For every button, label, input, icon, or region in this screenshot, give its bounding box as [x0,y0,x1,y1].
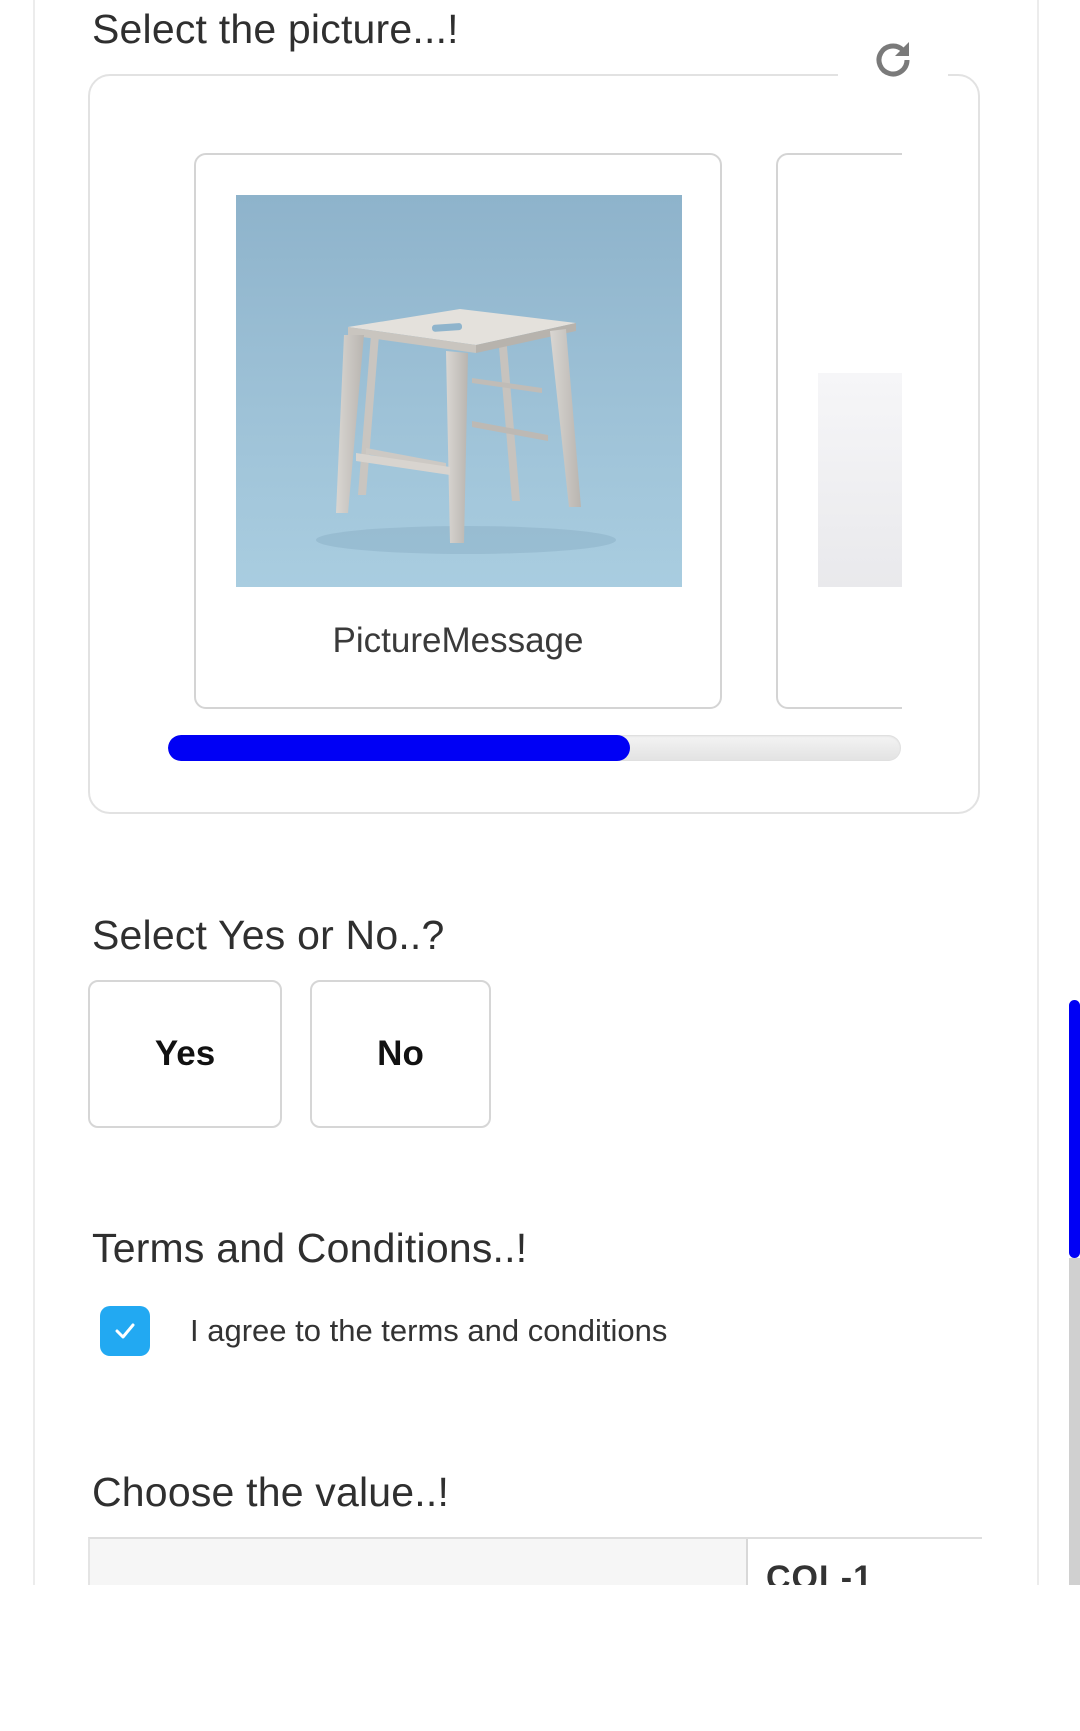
no-button[interactable]: No [310,980,491,1128]
refresh-icon [876,42,910,77]
value-section-title: Choose the value..! [92,1469,450,1515]
picture-carousel[interactable]: PictureMessage [194,153,902,709]
picture-card[interactable]: PictureMessage [194,153,722,709]
picture-label: PictureMessage [332,621,584,660]
checkmark-icon [115,1323,135,1339]
carousel-progress-bar[interactable] [168,735,901,761]
progress-fill [168,735,630,761]
value-table: COL-1 [88,1537,982,1585]
form-viewport: Select the picture...! PictureMessage Se… [0,0,1080,1585]
terms-section-title: Terms and Conditions..! [92,1225,528,1271]
picture-card[interactable] [776,153,902,709]
scrollbar-thumb[interactable] [1069,1000,1080,1258]
picture-section-title: Select the picture...! [92,6,459,52]
terms-checkbox[interactable] [100,1306,150,1356]
table-column-header: COL-1 [766,1559,873,1585]
table-corner-cell [90,1539,748,1585]
yes-button[interactable]: Yes [88,980,282,1128]
partial-picture [818,373,902,587]
refresh-button[interactable] [838,28,948,92]
scrollbar-lower-track [1069,1258,1080,1585]
terms-checkbox-label[interactable]: I agree to the terms and conditions [190,1313,667,1349]
yes-no-section-title: Select Yes or No..? [92,912,445,958]
stool-picture [236,195,682,587]
